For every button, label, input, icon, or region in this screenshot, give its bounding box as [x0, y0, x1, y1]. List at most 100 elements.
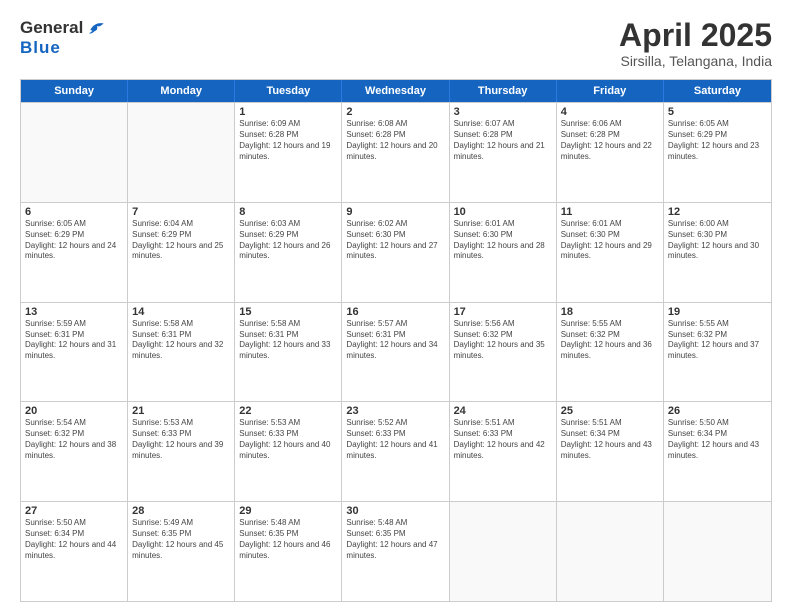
day-number: 24	[454, 405, 552, 417]
day-number: 5	[668, 106, 767, 118]
cell-info: Sunrise: 5:48 AM Sunset: 6:35 PM Dayligh…	[346, 518, 444, 561]
week-row-4: 20Sunrise: 5:54 AM Sunset: 6:32 PM Dayli…	[21, 401, 771, 501]
calendar: SundayMondayTuesdayWednesdayThursdayFrid…	[20, 79, 772, 602]
day-number: 21	[132, 405, 230, 417]
calendar-body: 1Sunrise: 6:09 AM Sunset: 6:28 PM Daylig…	[21, 102, 771, 601]
logo: General Blue	[20, 18, 105, 58]
day-cell-17: 17Sunrise: 5:56 AM Sunset: 6:32 PM Dayli…	[450, 303, 557, 402]
day-cell-10: 10Sunrise: 6:01 AM Sunset: 6:30 PM Dayli…	[450, 203, 557, 302]
cell-info: Sunrise: 6:03 AM Sunset: 6:29 PM Dayligh…	[239, 219, 337, 262]
cell-info: Sunrise: 5:59 AM Sunset: 6:31 PM Dayligh…	[25, 319, 123, 362]
logo-general: General	[20, 18, 83, 38]
day-number: 15	[239, 306, 337, 318]
day-number: 12	[668, 206, 767, 218]
week-row-2: 6Sunrise: 6:05 AM Sunset: 6:29 PM Daylig…	[21, 202, 771, 302]
day-cell-8: 8Sunrise: 6:03 AM Sunset: 6:29 PM Daylig…	[235, 203, 342, 302]
cell-info: Sunrise: 6:02 AM Sunset: 6:30 PM Dayligh…	[346, 219, 444, 262]
day-cell-24: 24Sunrise: 5:51 AM Sunset: 6:33 PM Dayli…	[450, 402, 557, 501]
cell-info: Sunrise: 6:01 AM Sunset: 6:30 PM Dayligh…	[561, 219, 659, 262]
day-number: 29	[239, 505, 337, 517]
cell-info: Sunrise: 6:09 AM Sunset: 6:28 PM Dayligh…	[239, 119, 337, 162]
cell-info: Sunrise: 5:56 AM Sunset: 6:32 PM Dayligh…	[454, 319, 552, 362]
cell-info: Sunrise: 5:48 AM Sunset: 6:35 PM Dayligh…	[239, 518, 337, 561]
day-number: 9	[346, 206, 444, 218]
day-number: 28	[132, 505, 230, 517]
day-number: 2	[346, 106, 444, 118]
cell-info: Sunrise: 5:51 AM Sunset: 6:33 PM Dayligh…	[454, 418, 552, 461]
cell-info: Sunrise: 5:50 AM Sunset: 6:34 PM Dayligh…	[25, 518, 123, 561]
day-cell-13: 13Sunrise: 5:59 AM Sunset: 6:31 PM Dayli…	[21, 303, 128, 402]
day-cell-2: 2Sunrise: 6:08 AM Sunset: 6:28 PM Daylig…	[342, 103, 449, 202]
cell-info: Sunrise: 5:57 AM Sunset: 6:31 PM Dayligh…	[346, 319, 444, 362]
day-cell-19: 19Sunrise: 5:55 AM Sunset: 6:32 PM Dayli…	[664, 303, 771, 402]
day-cell-29: 29Sunrise: 5:48 AM Sunset: 6:35 PM Dayli…	[235, 502, 342, 601]
day-number: 10	[454, 206, 552, 218]
day-number: 6	[25, 206, 123, 218]
header: General Blue April 2025 Sirsilla, Telang…	[20, 18, 772, 69]
day-number: 26	[668, 405, 767, 417]
day-cell-21: 21Sunrise: 5:53 AM Sunset: 6:33 PM Dayli…	[128, 402, 235, 501]
main-title: April 2025	[619, 18, 772, 53]
header-day-saturday: Saturday	[664, 80, 771, 102]
day-cell-15: 15Sunrise: 5:58 AM Sunset: 6:31 PM Dayli…	[235, 303, 342, 402]
subtitle: Sirsilla, Telangana, India	[619, 53, 772, 69]
cell-info: Sunrise: 5:54 AM Sunset: 6:32 PM Dayligh…	[25, 418, 123, 461]
week-row-5: 27Sunrise: 5:50 AM Sunset: 6:34 PM Dayli…	[21, 501, 771, 601]
cell-info: Sunrise: 6:00 AM Sunset: 6:30 PM Dayligh…	[668, 219, 767, 262]
header-day-tuesday: Tuesday	[235, 80, 342, 102]
day-number: 17	[454, 306, 552, 318]
week-row-3: 13Sunrise: 5:59 AM Sunset: 6:31 PM Dayli…	[21, 302, 771, 402]
header-day-monday: Monday	[128, 80, 235, 102]
day-number: 18	[561, 306, 659, 318]
header-day-sunday: Sunday	[21, 80, 128, 102]
title-block: April 2025 Sirsilla, Telangana, India	[619, 18, 772, 69]
header-day-wednesday: Wednesday	[342, 80, 449, 102]
day-number: 20	[25, 405, 123, 417]
day-cell-22: 22Sunrise: 5:53 AM Sunset: 6:33 PM Dayli…	[235, 402, 342, 501]
day-cell-18: 18Sunrise: 5:55 AM Sunset: 6:32 PM Dayli…	[557, 303, 664, 402]
cell-info: Sunrise: 5:51 AM Sunset: 6:34 PM Dayligh…	[561, 418, 659, 461]
cell-info: Sunrise: 6:06 AM Sunset: 6:28 PM Dayligh…	[561, 119, 659, 162]
calendar-header: SundayMondayTuesdayWednesdayThursdayFrid…	[21, 80, 771, 102]
day-cell-20: 20Sunrise: 5:54 AM Sunset: 6:32 PM Dayli…	[21, 402, 128, 501]
day-cell-5: 5Sunrise: 6:05 AM Sunset: 6:29 PM Daylig…	[664, 103, 771, 202]
day-number: 3	[454, 106, 552, 118]
day-cell-7: 7Sunrise: 6:04 AM Sunset: 6:29 PM Daylig…	[128, 203, 235, 302]
logo-blue: Blue	[20, 38, 61, 57]
cell-info: Sunrise: 6:01 AM Sunset: 6:30 PM Dayligh…	[454, 219, 552, 262]
day-number: 14	[132, 306, 230, 318]
day-number: 1	[239, 106, 337, 118]
day-number: 27	[25, 505, 123, 517]
header-day-friday: Friday	[557, 80, 664, 102]
cell-info: Sunrise: 5:55 AM Sunset: 6:32 PM Dayligh…	[668, 319, 767, 362]
day-cell-6: 6Sunrise: 6:05 AM Sunset: 6:29 PM Daylig…	[21, 203, 128, 302]
day-number: 11	[561, 206, 659, 218]
cell-info: Sunrise: 6:04 AM Sunset: 6:29 PM Dayligh…	[132, 219, 230, 262]
day-cell-27: 27Sunrise: 5:50 AM Sunset: 6:34 PM Dayli…	[21, 502, 128, 601]
day-cell-30: 30Sunrise: 5:48 AM Sunset: 6:35 PM Dayli…	[342, 502, 449, 601]
cell-info: Sunrise: 5:53 AM Sunset: 6:33 PM Dayligh…	[132, 418, 230, 461]
day-number: 8	[239, 206, 337, 218]
day-number: 25	[561, 405, 659, 417]
day-cell-11: 11Sunrise: 6:01 AM Sunset: 6:30 PM Dayli…	[557, 203, 664, 302]
week-row-1: 1Sunrise: 6:09 AM Sunset: 6:28 PM Daylig…	[21, 102, 771, 202]
day-cell-16: 16Sunrise: 5:57 AM Sunset: 6:31 PM Dayli…	[342, 303, 449, 402]
cell-info: Sunrise: 6:07 AM Sunset: 6:28 PM Dayligh…	[454, 119, 552, 162]
day-number: 16	[346, 306, 444, 318]
cell-info: Sunrise: 5:53 AM Sunset: 6:33 PM Dayligh…	[239, 418, 337, 461]
day-cell-23: 23Sunrise: 5:52 AM Sunset: 6:33 PM Dayli…	[342, 402, 449, 501]
day-cell-1: 1Sunrise: 6:09 AM Sunset: 6:28 PM Daylig…	[235, 103, 342, 202]
cell-info: Sunrise: 5:58 AM Sunset: 6:31 PM Dayligh…	[132, 319, 230, 362]
cell-info: Sunrise: 5:50 AM Sunset: 6:34 PM Dayligh…	[668, 418, 767, 461]
day-cell-28: 28Sunrise: 5:49 AM Sunset: 6:35 PM Dayli…	[128, 502, 235, 601]
day-cell-4: 4Sunrise: 6:06 AM Sunset: 6:28 PM Daylig…	[557, 103, 664, 202]
day-number: 23	[346, 405, 444, 417]
day-cell-12: 12Sunrise: 6:00 AM Sunset: 6:30 PM Dayli…	[664, 203, 771, 302]
day-cell-14: 14Sunrise: 5:58 AM Sunset: 6:31 PM Dayli…	[128, 303, 235, 402]
empty-cell	[128, 103, 235, 202]
day-number: 22	[239, 405, 337, 417]
day-cell-25: 25Sunrise: 5:51 AM Sunset: 6:34 PM Dayli…	[557, 402, 664, 501]
day-number: 7	[132, 206, 230, 218]
empty-cell	[21, 103, 128, 202]
page: General Blue April 2025 Sirsilla, Telang…	[0, 0, 792, 612]
